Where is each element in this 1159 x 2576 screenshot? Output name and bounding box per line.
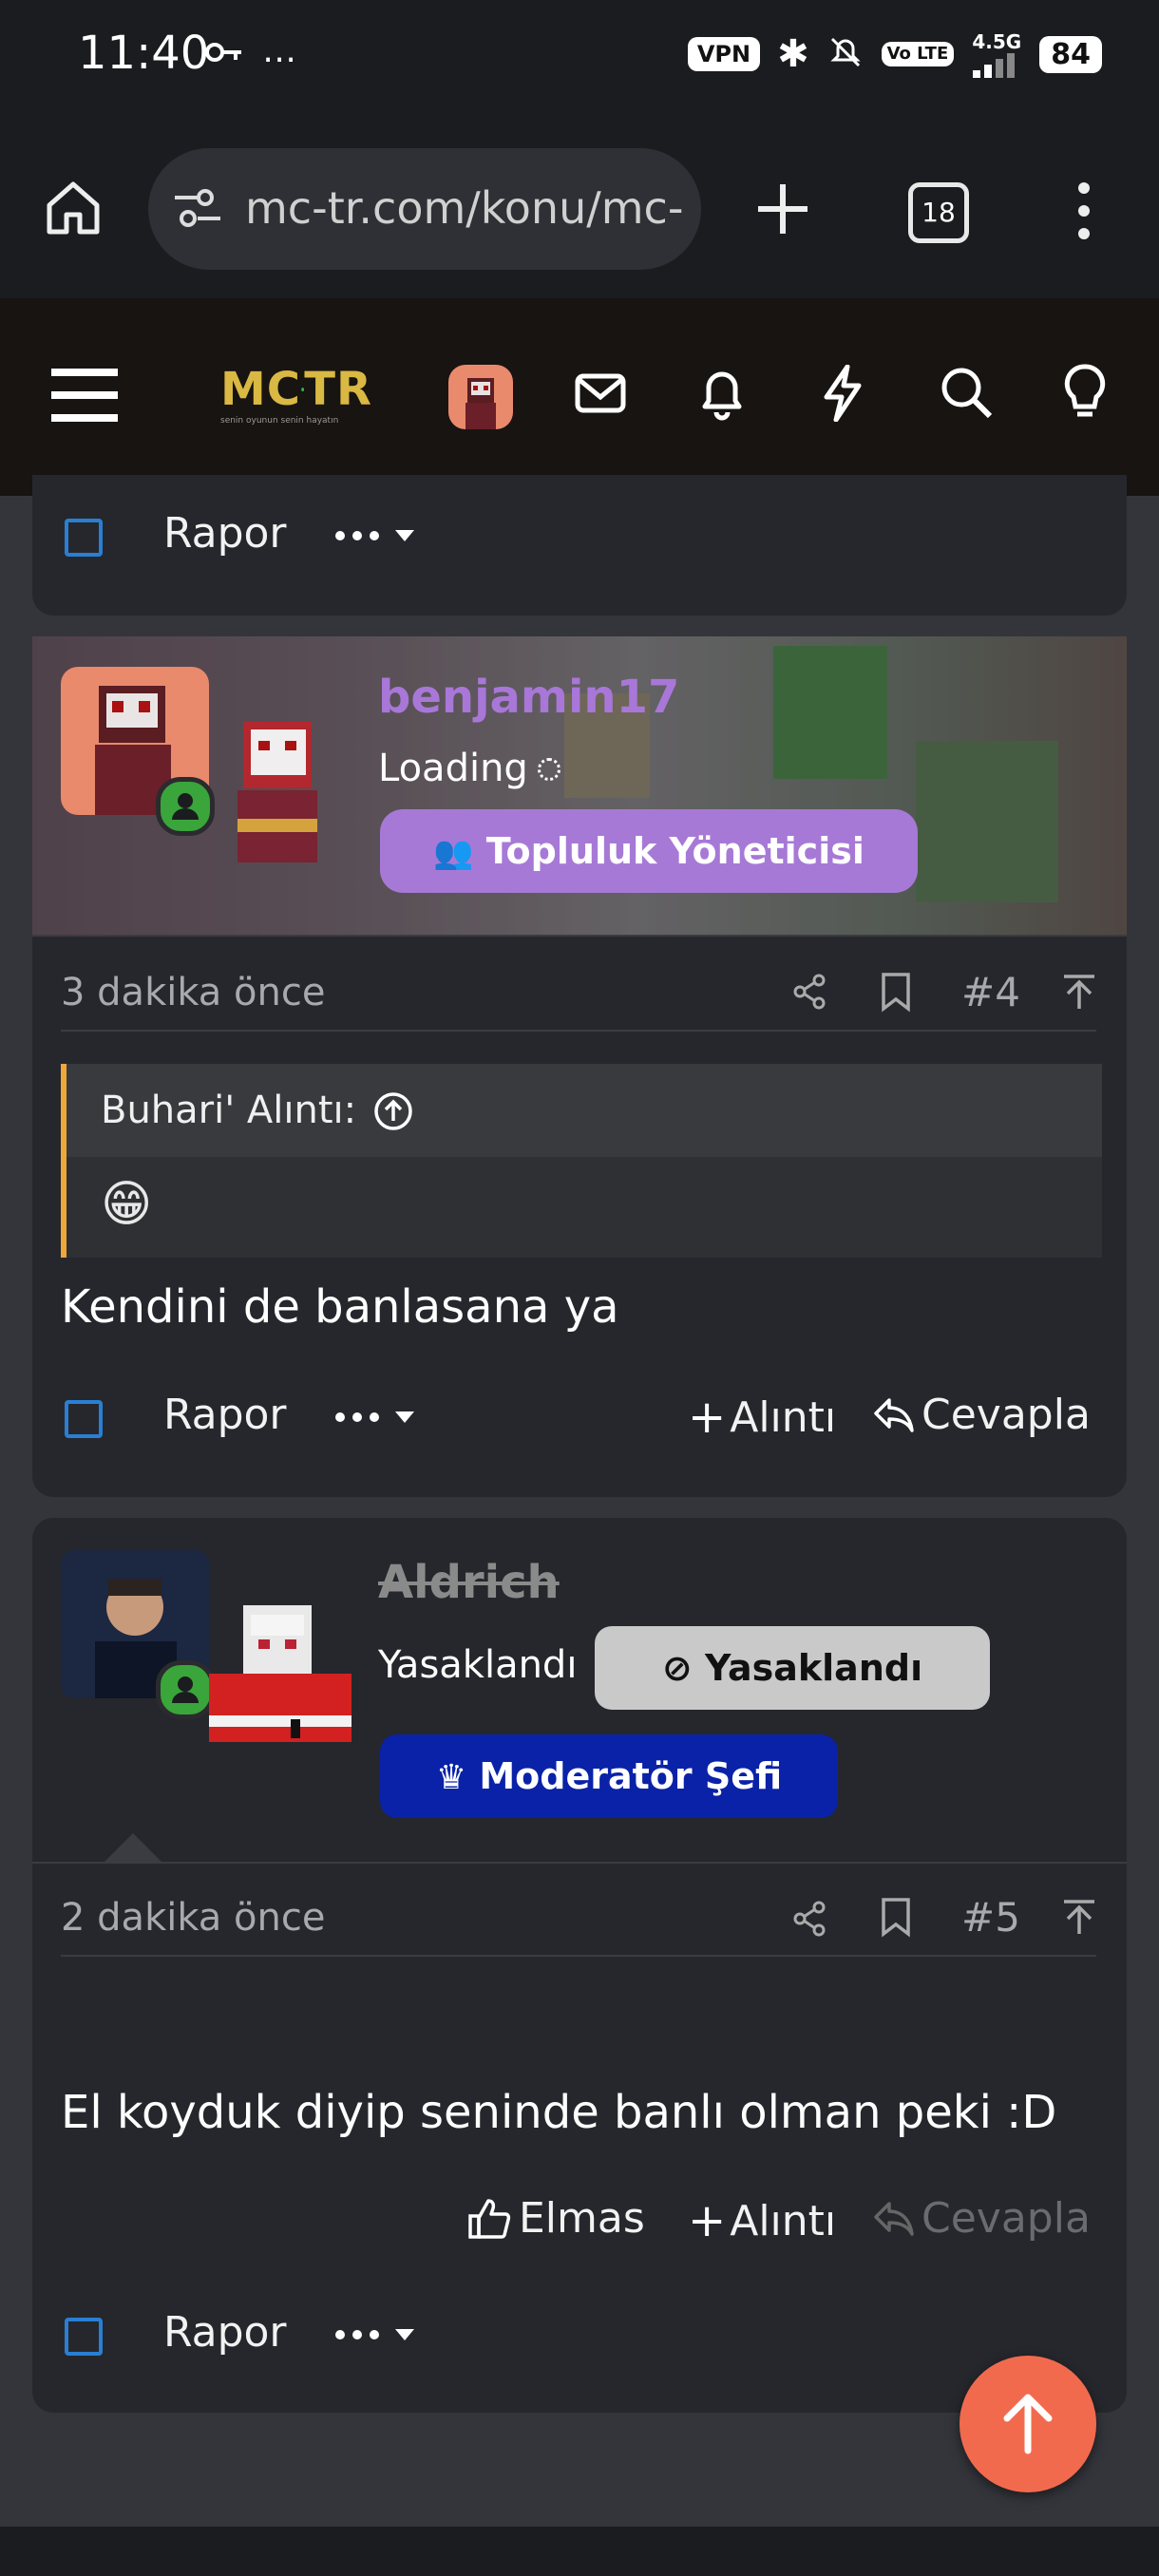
jump-to-top-icon[interactable] <box>1060 1898 1098 1940</box>
ban-icon: ⊘ <box>661 1647 693 1689</box>
battery-indicator: 84 <box>1039 35 1102 73</box>
quote-author[interactable]: Buhari' Alıntı: <box>101 1089 356 1132</box>
browser-menu-icon[interactable] <box>1070 180 1098 245</box>
role-badge-moderator-sefi: ♛ Moderatör Şefi <box>380 1734 838 1818</box>
more-actions-icon[interactable] <box>334 1402 422 1436</box>
plus-icon: + <box>688 2194 727 2247</box>
status-time: 11:40 <box>78 27 210 80</box>
reply-button-label: Cevapla <box>922 2194 1091 2243</box>
username-benjamin17[interactable]: benjamin17 <box>378 671 679 724</box>
reply-button[interactable]: Cevapla <box>872 1391 1091 1439</box>
quote-button[interactable]: + Alıntı <box>688 2194 836 2247</box>
post-number[interactable]: #5 <box>961 1894 1020 1941</box>
role-label: Topluluk Yöneticisi <box>485 830 864 872</box>
online-status-icon <box>156 777 215 836</box>
report-button[interactable]: Rapor <box>163 2308 287 2357</box>
select-post-checkbox[interactable] <box>65 519 103 557</box>
scroll-to-top-button[interactable] <box>960 2356 1096 2492</box>
bluetooth-icon: ✱ <box>777 32 809 76</box>
plus-icon: + <box>688 1391 727 1444</box>
minecraft-skin-benjamin17 <box>209 714 352 866</box>
post-time[interactable]: 3 dakika önce <box>61 971 325 1014</box>
user-avatar[interactable] <box>448 365 513 429</box>
banned-badge: ⊘ Yasaklandı <box>595 1626 990 1710</box>
logo-text-tr: TR <box>304 363 372 416</box>
report-button[interactable]: Rapor <box>163 1391 287 1439</box>
network-type: 4.5G <box>972 30 1022 53</box>
select-post-checkbox[interactable] <box>65 2318 103 2356</box>
system-navigation-bar <box>0 2527 1159 2576</box>
hamburger-menu-icon[interactable] <box>51 367 118 427</box>
crown-icon: ♛ <box>435 1758 467 1797</box>
status-icons: VPN ✱ Vo LTE 4.5G 84 <box>687 30 1102 78</box>
more-actions-icon[interactable] <box>334 521 422 555</box>
divider <box>61 1030 1096 1032</box>
quote-button[interactable]: + Alıntı <box>688 1391 836 1444</box>
lightbulb-icon[interactable] <box>1064 363 1106 426</box>
more-actions-icon[interactable] <box>334 2320 422 2354</box>
divider <box>61 1955 1096 1957</box>
post-body: El koyduk diyip seninde banlı olman peki… <box>61 2086 1057 2139</box>
vpn-icon: VPN <box>687 37 761 71</box>
signal-icon: 4.5G <box>971 30 1022 78</box>
thumbs-up-icon <box>468 2198 511 2239</box>
go-to-quote-icon[interactable] <box>372 1090 414 1136</box>
mute-icon <box>826 33 864 75</box>
message-arrow <box>104 1833 162 1862</box>
online-status-icon <box>156 1660 215 1719</box>
site-settings-icon[interactable] <box>173 188 222 234</box>
site-logo[interactable]: MC TR senin oyunun senin hayatın <box>220 363 372 431</box>
user-status-text: Loading <box>378 747 528 790</box>
home-icon[interactable] <box>44 179 103 241</box>
user-status-text: Yasaklandı <box>378 1643 578 1687</box>
bookmark-icon[interactable] <box>880 971 912 1016</box>
logo-text-mc: MC <box>220 363 301 416</box>
role-label: Moderatör Şefi <box>479 1755 783 1797</box>
post-body: Kendini de banlasana ya <box>61 1280 619 1334</box>
post-time[interactable]: 2 dakika önce <box>61 1896 325 1940</box>
like-button[interactable]: Elmas <box>467 2194 645 2243</box>
reply-button-label: Cevapla <box>922 1391 1091 1439</box>
divider <box>32 935 1127 937</box>
quote-button-label: Alıntı <box>730 2196 837 2245</box>
username-aldrich[interactable]: Aldrich <box>378 1556 560 1609</box>
users-group-icon: 👥 <box>433 834 474 872</box>
quote-button-label: Alıntı <box>730 1392 837 1442</box>
logo-tagline: senin oyunun senin hayatın <box>220 416 339 426</box>
share-icon[interactable] <box>790 1900 828 1941</box>
minecraft-skin-aldrich <box>209 1605 352 1746</box>
loading-spinner-icon <box>538 758 560 781</box>
new-tab-icon[interactable] <box>754 180 811 241</box>
url-text[interactable]: mc-tr.com/konu/mc-t <box>245 182 682 234</box>
reply-icon <box>874 1397 914 1432</box>
tab-switcher-button[interactable]: 18 <box>908 182 969 243</box>
more-notifications-icon: ⋯ <box>262 40 296 79</box>
like-button-label: Elmas <box>519 2194 645 2243</box>
divider <box>32 1862 1127 1864</box>
reply-button-disabled: Cevapla <box>872 2194 1091 2243</box>
arrow-up-icon <box>1003 2394 1053 2454</box>
key-icon <box>205 38 243 70</box>
jump-to-top-icon[interactable] <box>1060 973 1098 1014</box>
post-number[interactable]: #4 <box>961 969 1020 1015</box>
whats-new-bolt-icon[interactable] <box>819 364 866 426</box>
banned-badge-label: Yasaklandı <box>704 1647 923 1689</box>
reply-icon <box>874 2201 914 2236</box>
report-button[interactable]: Rapor <box>163 509 287 558</box>
messages-icon[interactable] <box>574 367 627 424</box>
share-icon[interactable] <box>790 973 828 1014</box>
bookmark-icon[interactable] <box>880 1896 912 1941</box>
quote-emoji: 😁 <box>101 1176 153 1233</box>
volte-icon: Vo LTE <box>881 42 955 66</box>
notifications-bell-icon[interactable] <box>695 365 749 426</box>
search-icon[interactable] <box>939 365 994 424</box>
role-badge-topluluk-yoneticisi: 👥 Topluluk Yöneticisi <box>380 809 918 893</box>
select-post-checkbox[interactable] <box>65 1400 103 1438</box>
